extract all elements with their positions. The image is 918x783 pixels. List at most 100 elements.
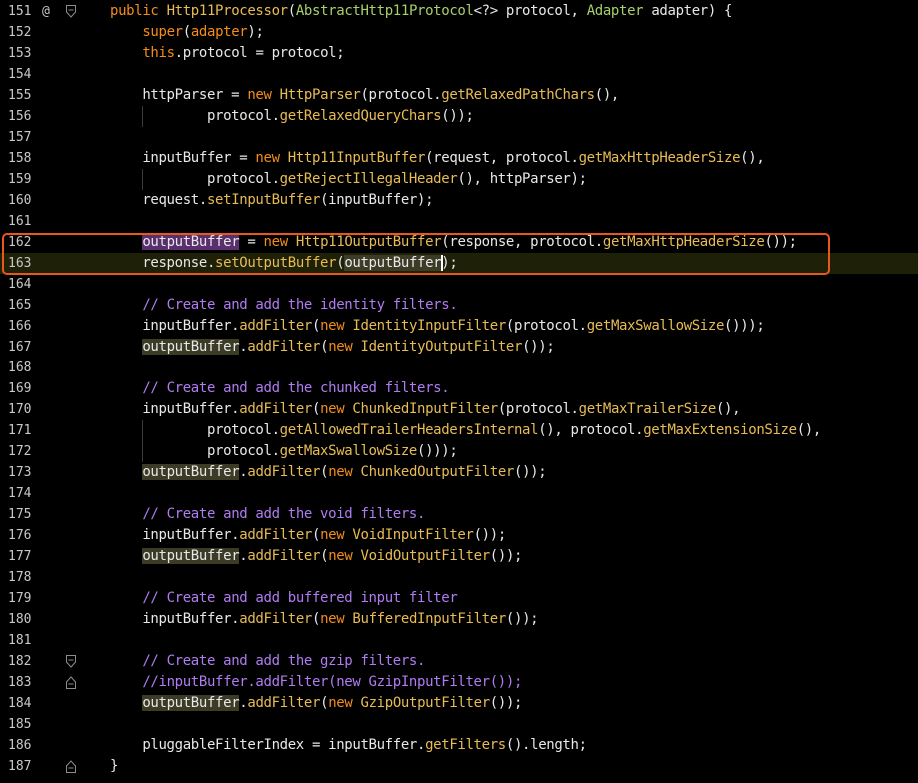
code-token: IdentityOutputFilter (360, 338, 523, 355)
code-token: ); (247, 23, 264, 40)
line-number: 154 (8, 66, 32, 82)
code-token: getMaxHttpHeaderSize (578, 149, 741, 166)
code-text[interactable]: pluggableFilterIndex = inputBuffer.getFi… (110, 735, 587, 756)
line-number: 168 (8, 360, 32, 376)
code-line[interactable]: 161 (0, 211, 918, 232)
code-line[interactable]: 153 this.protocol = protocol; (0, 43, 918, 64)
code-text[interactable]: // Create and add buffered input filter (110, 588, 457, 609)
code-line[interactable]: 185 (0, 714, 918, 735)
fold-collapse-icon[interactable] (66, 655, 76, 668)
code-line[interactable]: 174 (0, 483, 918, 504)
code-line[interactable]: 164 (0, 274, 918, 295)
code-line[interactable]: 180 inputBuffer.addFilter(new BufferedIn… (0, 609, 918, 630)
code-line[interactable]: 170 inputBuffer.addFilter(new ChunkedInp… (0, 399, 918, 420)
identifier-usage-highlight: outputBuffer (142, 695, 240, 711)
code-token: getRejectIllegalHeader (279, 170, 458, 187)
line-number: 164 (8, 276, 32, 292)
code-text[interactable]: // Create and add the gzip filters. (110, 651, 425, 672)
code-text[interactable]: request.setInputBuffer(inputBuffer); (110, 190, 433, 211)
code-token: VoidInputFilter (352, 527, 474, 544)
code-text[interactable]: super(adapter); (110, 22, 264, 43)
code-line[interactable]: 184 outputBuffer.addFilter(new GzipOutpu… (0, 693, 918, 714)
code-text[interactable]: // Create and add the chunked filters. (110, 378, 449, 399)
code-text[interactable]: public Http11Processor(AbstractHttp11Pro… (110, 1, 732, 22)
code-line[interactable]: 169 // Create and add the chunked filter… (0, 378, 918, 399)
code-line[interactable]: 160 request.setInputBuffer(inputBuffer); (0, 190, 918, 211)
code-line[interactable]: 172 protocol.getMaxSwallowSize())); (0, 441, 918, 463)
code-text[interactable]: inputBuffer.addFilter(new IdentityInputF… (110, 316, 764, 337)
line-number: 175 (8, 507, 32, 523)
code-line[interactable]: 159 protocol.getRejectIllegalHeader(), h… (0, 168, 918, 190)
code-line[interactable]: 167 outputBuffer.addFilter(new IdentityO… (0, 337, 918, 358)
code-token: new (247, 86, 280, 103)
code-text[interactable]: protocol.getMaxSwallowSize())); (110, 441, 458, 462)
code-text[interactable]: //inputBuffer.addFilter(new GzipInputFil… (110, 672, 522, 693)
code-line[interactable]: 186 pluggableFilterIndex = inputBuffer.g… (0, 735, 918, 756)
code-token: addFilter (239, 611, 312, 628)
code-token: getMaxTrailerSize (578, 401, 717, 418)
code-line[interactable]: 156 protocol.getRelaxedQueryChars()); (0, 105, 918, 127)
code-text[interactable]: // Create and add the void filters. (110, 504, 425, 525)
code-line[interactable]: 168 (0, 357, 918, 378)
code-token: inputBuffer. (110, 317, 240, 334)
code-token: Http11Processor (166, 3, 289, 19)
code-token: addFilter (239, 401, 312, 418)
code-line[interactable]: 157 (0, 127, 918, 148)
code-text[interactable]: inputBuffer.addFilter(new BufferedInputF… (110, 609, 538, 630)
code-token: (), protocol. (538, 422, 644, 439)
code-text[interactable]: inputBuffer.addFilter(new VoidInputFilte… (110, 525, 506, 546)
code-line[interactable]: 178 (0, 567, 918, 588)
code-token: ( (311, 401, 321, 418)
code-editor[interactable]: 151 @ public Http11Processor(AbstractHttp1… (0, 0, 918, 783)
code-line[interactable]: 187} (0, 756, 918, 777)
code-line[interactable]: 183 //inputBuffer.addFilter(new GzipInpu… (0, 672, 918, 693)
code-line[interactable]: 151 @ public Http11Processor(AbstractHttp1… (0, 1, 918, 22)
fold-end-icon[interactable] (66, 760, 76, 773)
line-number: 161 (8, 213, 32, 229)
code-line[interactable]: 166 inputBuffer.addFilter(new IdentityIn… (0, 316, 918, 337)
code-line[interactable]: 181 (0, 630, 918, 651)
code-token: new (320, 611, 353, 628)
code-text[interactable]: // Create and add the identity filters. (110, 295, 457, 316)
fold-end-icon[interactable] (66, 676, 76, 690)
code-text[interactable]: inputBuffer = new Http11InputBuffer(requ… (110, 148, 764, 169)
code-line[interactable]: 173 outputBuffer.addFilter(new ChunkedOu… (0, 462, 918, 483)
code-token: (), (796, 422, 822, 439)
code-text[interactable]: httpParser = new HttpParser(protocol.get… (110, 85, 619, 106)
code-text[interactable]: outputBuffer.addFilter(new ChunkedOutput… (110, 462, 547, 483)
code-text[interactable]: outputBuffer.addFilter(new GzipOutputFil… (110, 693, 522, 714)
code-line[interactable]: 158 inputBuffer = new Http11InputBuffer(… (0, 148, 918, 169)
code-token: setInputBuffer (206, 191, 321, 208)
code-token: inputBuffer = (110, 149, 256, 166)
code-line[interactable]: 155 httpParser = new HttpParser(protocol… (0, 85, 918, 106)
code-token: .protocol = protocol; (174, 44, 345, 61)
code-token: httpParser = (110, 86, 248, 103)
code-text[interactable]: protocol.getRejectIllegalHeader(), httpP… (110, 169, 587, 190)
code-line[interactable]: 152 super(adapter); (0, 22, 918, 43)
code-text[interactable]: outputBuffer.addFilter(new IdentityOutpu… (110, 337, 555, 358)
code-text[interactable]: inputBuffer.addFilter(new ChunkedInputFi… (110, 399, 740, 420)
code-line[interactable]: 177 outputBuffer.addFilter(new VoidOutpu… (0, 546, 918, 567)
code-line[interactable]: 182 // Create and add the gzip filters. (0, 651, 918, 672)
override-marker-icon[interactable]: @ (42, 1, 50, 22)
code-token: (protocol. (505, 317, 587, 334)
code-text[interactable]: protocol.getRelaxedQueryChars()); (110, 106, 474, 127)
code-text[interactable]: outputBuffer.addFilter(new VoidOutputFil… (110, 546, 522, 567)
code-line[interactable]: 179 // Create and add buffered input fil… (0, 588, 918, 609)
code-token: addFilter (247, 695, 321, 711)
code-text[interactable]: protocol.getAllowedTrailerHeadersInterna… (110, 420, 821, 441)
code-text[interactable]: this.protocol = protocol; (110, 43, 344, 64)
code-line[interactable]: 176 inputBuffer.addFilter(new VoidInputF… (0, 525, 918, 546)
code-line[interactable]: 165 // Create and add the identity filte… (0, 295, 918, 316)
line-number: 176 (8, 528, 32, 544)
line-number: 177 (8, 549, 32, 565)
code-token: ().length; (505, 736, 587, 753)
code-line[interactable]: 154 (0, 64, 918, 85)
fold-collapse-icon[interactable] (66, 5, 76, 18)
line-number: 152 (8, 24, 32, 40)
code-line[interactable]: 171 protocol.getAllowedTrailerHeadersInt… (0, 420, 918, 442)
code-line[interactable]: 175 // Create and add the void filters. (0, 504, 918, 525)
code-text[interactable]: } (110, 756, 118, 777)
